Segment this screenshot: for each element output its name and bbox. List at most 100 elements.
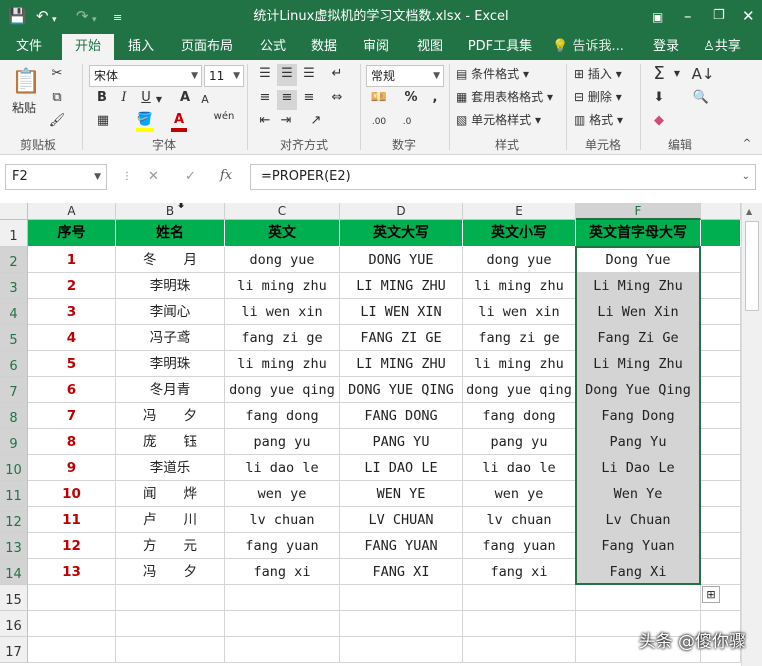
cell-e9[interactable]: pang yu	[463, 429, 576, 455]
row-header-12[interactable]: 12	[0, 507, 28, 533]
number-format-dropdown[interactable]: 常规 ▼	[366, 65, 444, 87]
borders-icon[interactable]: ▦	[94, 113, 112, 129]
cell-e10[interactable]: li dao le	[463, 455, 576, 481]
cell-g7[interactable]	[701, 377, 741, 403]
cell-a17[interactable]	[28, 637, 116, 663]
cell-a14[interactable]: 13	[28, 559, 116, 585]
cell-d7[interactable]: DONG YUE QING	[340, 377, 463, 403]
row-header-14[interactable]: 14	[0, 559, 28, 585]
copy-icon[interactable]: ⧉	[48, 90, 66, 106]
paste-icon[interactable]: 📋	[10, 66, 42, 96]
cell-g5[interactable]	[701, 325, 741, 351]
share-button[interactable]: ♙共享	[694, 34, 750, 60]
cell-d13[interactable]: FANG YUAN	[340, 533, 463, 559]
cell-d9[interactable]: PANG YU	[340, 429, 463, 455]
middle-align-icon[interactable]: ☰	[277, 64, 297, 86]
cell-g13[interactable]	[701, 533, 741, 559]
cell-e14[interactable]: fang xi	[463, 559, 576, 585]
cell-f7[interactable]: Dong Yue Qing	[576, 377, 701, 403]
align-center-icon[interactable]: ≡	[277, 90, 297, 110]
clear-icon[interactable]: ◆	[650, 113, 668, 129]
row-header-7[interactable]: 7	[0, 377, 28, 403]
tab-view[interactable]: 视图	[408, 34, 452, 60]
row-header-10[interactable]: 10	[0, 455, 28, 481]
cell-e5[interactable]: fang zi ge	[463, 325, 576, 351]
cell-c11[interactable]: wen ye	[225, 481, 340, 507]
row-header-8[interactable]: 8	[0, 403, 28, 429]
top-align-icon[interactable]: ☰	[256, 66, 274, 82]
cell-e8[interactable]: fang dong	[463, 403, 576, 429]
cell-e15[interactable]	[463, 585, 576, 611]
cell-g2[interactable]	[701, 247, 741, 273]
cell-d2[interactable]: DONG YUE	[340, 247, 463, 273]
row-header-4[interactable]: 4	[0, 299, 28, 325]
cell-e11[interactable]: wen ye	[463, 481, 576, 507]
bold-button[interactable]: B	[94, 90, 110, 106]
cell-a9[interactable]: 8	[28, 429, 116, 455]
row-header-13[interactable]: 13	[0, 533, 28, 559]
cell-c7[interactable]: dong yue qing	[225, 377, 340, 403]
cell-b16[interactable]	[116, 611, 225, 637]
cell-f5[interactable]: Fang Zi Ge	[576, 325, 701, 351]
cell-e6[interactable]: li ming zhu	[463, 351, 576, 377]
column-header-e[interactable]: E	[463, 203, 576, 220]
confirm-formula-button[interactable]: ✓	[185, 169, 196, 184]
ribbon-display-icon[interactable]: ▣	[652, 8, 663, 26]
decrease-font-button[interactable]: A	[198, 92, 212, 108]
font-color-button[interactable]: A	[171, 112, 187, 132]
cell-styles-button[interactable]: ▧ 单元格样式 ▾	[456, 112, 541, 128]
cell-d3[interactable]: LI MING ZHU	[340, 273, 463, 299]
cell-g12[interactable]	[701, 507, 741, 533]
tab-insert[interactable]: 插入	[119, 34, 163, 60]
cell-c10[interactable]: li dao le	[225, 455, 340, 481]
cell-c13[interactable]: fang yuan	[225, 533, 340, 559]
insert-cells-button[interactable]: ⊞ 插入 ▾	[574, 66, 622, 82]
cell-e12[interactable]: lv chuan	[463, 507, 576, 533]
cell-b17[interactable]	[116, 637, 225, 663]
cell-d12[interactable]: LV CHUAN	[340, 507, 463, 533]
decrease-indent-icon[interactable]: ⇤	[256, 113, 274, 129]
cell-d4[interactable]: LI WEN XIN	[340, 299, 463, 325]
cell-g9[interactable]	[701, 429, 741, 455]
cell-e1[interactable]: 英文小写	[463, 220, 576, 247]
name-box[interactable]: F2 ▼	[5, 164, 107, 190]
row-header-15[interactable]: 15	[0, 585, 28, 611]
cell-b12[interactable]: 卢 川	[116, 507, 225, 533]
cell-f15[interactable]	[576, 585, 701, 611]
column-header-c[interactable]: C	[225, 203, 340, 220]
cell-f11[interactable]: Wen Ye	[576, 481, 701, 507]
cancel-formula-button[interactable]: ✕	[148, 169, 159, 184]
cell-b2[interactable]: 冬 月	[116, 247, 225, 273]
cell-c8[interactable]: fang dong	[225, 403, 340, 429]
conditional-formatting-button[interactable]: ▤ 条件格式 ▾	[456, 66, 529, 82]
cell-c14[interactable]: fang xi	[225, 559, 340, 585]
cell-c2[interactable]: dong yue	[225, 247, 340, 273]
format-as-table-button[interactable]: ▦ 套用表格格式 ▾	[456, 89, 553, 105]
format-cells-button[interactable]: ▥ 格式 ▾	[574, 112, 623, 128]
cell-b8[interactable]: 冯 夕	[116, 403, 225, 429]
cell-c17[interactable]	[225, 637, 340, 663]
cell-g4[interactable]	[701, 299, 741, 325]
restore-icon[interactable]: ❐	[713, 7, 725, 25]
worksheet-grid[interactable]: ABCDEF 1 2 3 4 5 6 7 8 9 10 11 12 13 14 15 16 17 序号 姓名 英文英…	[0, 203, 741, 666]
cell-b4[interactable]: 李闻心	[116, 299, 225, 325]
cell-c3[interactable]: li ming zhu	[225, 273, 340, 299]
cell-d11[interactable]: WEN YE	[340, 481, 463, 507]
cell-d6[interactable]: LI MING ZHU	[340, 351, 463, 377]
cell-e13[interactable]: fang yuan	[463, 533, 576, 559]
cell-b10[interactable]: 李道乐	[116, 455, 225, 481]
cell-f3[interactable]: Li Ming Zhu	[576, 273, 701, 299]
cell-f12[interactable]: Lv Chuan	[576, 507, 701, 533]
row-header-9[interactable]: 9	[0, 429, 28, 455]
cell-f10[interactable]: Li Dao Le	[576, 455, 701, 481]
cell-c5[interactable]: fang zi ge	[225, 325, 340, 351]
cell-a12[interactable]: 11	[28, 507, 116, 533]
column-header-a[interactable]: A	[28, 203, 116, 220]
cell-b1[interactable]: 姓名	[116, 220, 225, 247]
vertical-scrollbar[interactable]: ▲	[741, 203, 762, 666]
row-header-6[interactable]: 6	[0, 351, 28, 377]
cell-c1[interactable]: 英文	[225, 220, 340, 247]
chevron-down-icon[interactable]: ▼	[155, 92, 163, 108]
cell-c6[interactable]: li ming zhu	[225, 351, 340, 377]
row-header-17[interactable]: 17	[0, 637, 28, 663]
